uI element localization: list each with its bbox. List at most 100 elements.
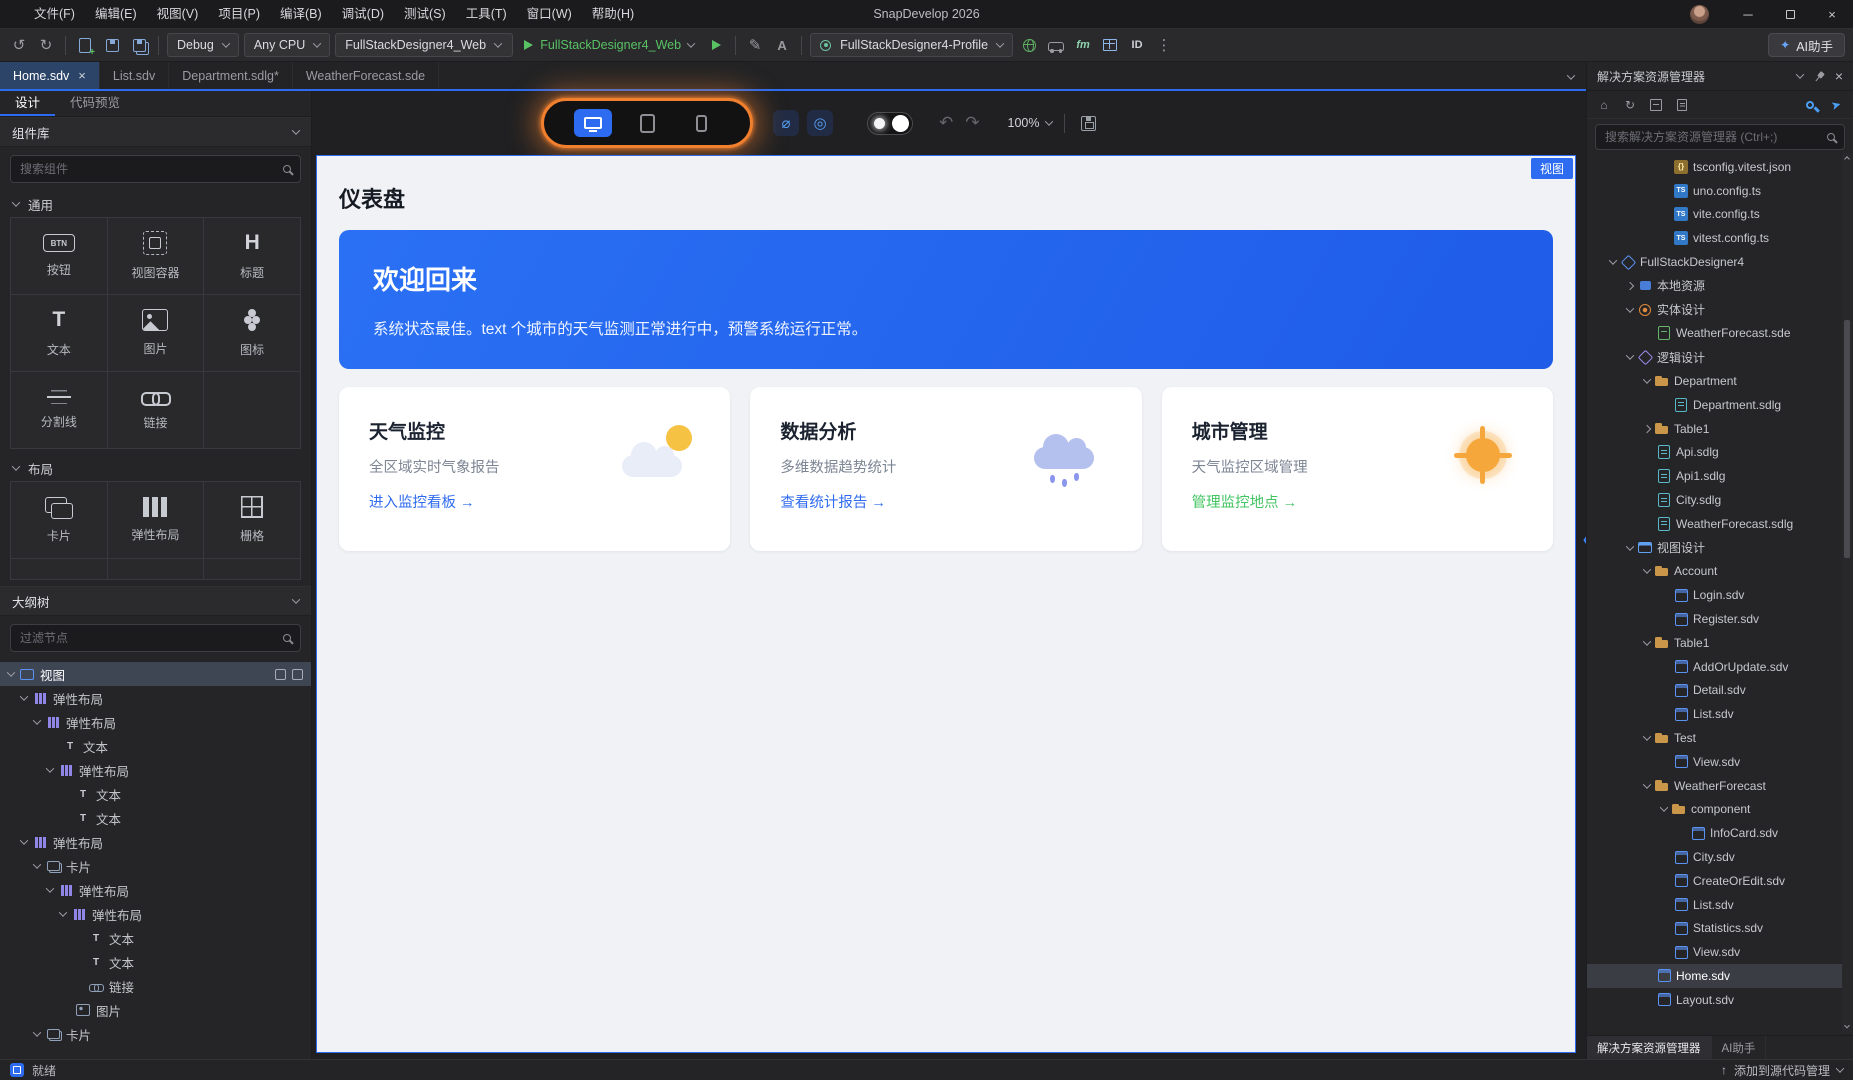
outline-tree-item[interactable]: 卡片 (0, 854, 311, 878)
outline-tree-header[interactable]: 大纲树 (0, 586, 311, 616)
chevron-down-icon[interactable] (1626, 542, 1634, 550)
undo-icon[interactable]: ↶ (939, 113, 953, 133)
theme-toggle[interactable] (867, 112, 913, 135)
component-library-header[interactable]: 组件库 (0, 117, 311, 147)
tablet-view-button[interactable] (628, 109, 666, 137)
solution-tree-item[interactable]: WeatherForecast (1587, 774, 1842, 798)
component-item[interactable] (204, 559, 300, 580)
save-icon[interactable] (101, 34, 123, 56)
scroll-down-icon[interactable] (1842, 1021, 1852, 1033)
menu-item[interactable]: 帮助(H) (582, 1, 644, 28)
solution-tree-item[interactable]: FullStackDesigner4 (1587, 250, 1842, 274)
chevron-down-icon[interactable] (59, 908, 67, 916)
dashboard-card[interactable]: 数据分析多维数据趋势统计查看统计报告 → (750, 387, 1141, 551)
chevron-down-icon[interactable] (1643, 566, 1651, 574)
component-item[interactable] (11, 559, 107, 580)
chevron-down-icon[interactable] (7, 668, 15, 676)
ready-icon[interactable] (10, 1063, 24, 1077)
chevron-down-icon[interactable] (33, 716, 41, 724)
chevron-down-icon[interactable] (46, 764, 54, 772)
solution-tree-item[interactable]: 实体设计 (1587, 298, 1842, 322)
chevron-down-icon[interactable] (1626, 352, 1634, 360)
outline-filter-box[interactable] (10, 624, 301, 652)
component-item[interactable]: 弹性布局 (108, 482, 204, 558)
dashboard-card[interactable]: 天气监控全区域实时气象报告进入监控看板 → (339, 387, 730, 551)
editor-tab[interactable]: List.sdv (100, 62, 169, 89)
navigate-back-icon[interactable]: ↺ (8, 34, 30, 56)
navigate-forward-icon[interactable]: ↻ (35, 34, 57, 56)
panel-bottom-tab[interactable]: AI助手 (1712, 1036, 1767, 1059)
solution-tree-item[interactable]: Register.sdv (1587, 607, 1842, 631)
grid-toggle-button[interactable]: ⌀ (773, 110, 799, 136)
chevron-down-icon[interactable] (1643, 375, 1651, 383)
chevron-down-icon[interactable] (1643, 637, 1651, 645)
save-page-icon[interactable] (1077, 112, 1099, 134)
panel-tab[interactable]: 代码预览 (55, 91, 135, 116)
outline-tree-item[interactable]: 文本 (0, 950, 311, 974)
chevron-down-icon[interactable] (1643, 780, 1651, 788)
menu-item[interactable]: 项目(P) (208, 1, 270, 28)
scrollbar-thumb[interactable] (1844, 320, 1850, 558)
solution-tree-item[interactable]: View.sdv (1587, 940, 1842, 964)
source-control-button[interactable]: ↑ 添加到源代码管理 (1721, 1062, 1843, 1079)
solution-tree-item[interactable]: Layout.sdv (1587, 988, 1842, 1012)
dashboard-card[interactable]: 城市管理天气监控区域管理管理监控地点 → (1162, 387, 1553, 551)
outline-tree-item[interactable]: 弹性布局 (0, 710, 311, 734)
component-item[interactable]: 图标 (204, 295, 300, 371)
editor-tab[interactable]: WeatherForecast.sde (293, 62, 439, 89)
component-item[interactable]: 栅格 (204, 482, 300, 558)
outline-tree-item[interactable]: 弹性布局 (0, 902, 311, 926)
component-group-header[interactable]: 布局 (0, 455, 311, 481)
solution-tree-item[interactable]: 本地资源 (1587, 274, 1842, 298)
user-avatar[interactable] (1690, 5, 1709, 24)
editor-tab[interactable]: Department.sdlg* (169, 62, 293, 89)
scroll-up-icon[interactable] (1842, 153, 1852, 165)
solution-tree-item[interactable]: Department.sdlg (1587, 393, 1842, 417)
solution-tree-item[interactable]: City.sdv (1587, 845, 1842, 869)
chevron-down-icon[interactable] (1626, 304, 1634, 312)
run-button[interactable]: FullStackDesigner4_Web (518, 38, 700, 52)
solution-tree-item[interactable]: Login.sdv (1587, 583, 1842, 607)
chevron-down-icon[interactable] (46, 884, 54, 892)
browser-link-icon[interactable] (1018, 34, 1040, 56)
outline-tree-item[interactable]: 视图 (0, 662, 311, 686)
font-tool-icon[interactable]: A (771, 34, 793, 56)
explorer-search-box[interactable] (1595, 124, 1845, 150)
panel-tab[interactable]: 设计 (0, 91, 55, 116)
outline-tree-item[interactable]: 文本 (0, 806, 311, 830)
component-group-header[interactable]: 通用 (0, 191, 311, 217)
chevron-down-icon[interactable] (20, 836, 28, 844)
component-item[interactable]: 链接 (108, 372, 204, 448)
chevron-down-icon[interactable] (1660, 804, 1668, 812)
zoom-dropdown[interactable]: 100% (1008, 116, 1053, 130)
component-item[interactable]: 标题 (204, 218, 300, 294)
page-preview[interactable]: 视图 仪表盘 欢迎回来 系统状态最佳。text 个城市的天气监测正常进行中，预警… (316, 155, 1576, 1053)
solution-tree-item[interactable]: 视图设计 (1587, 536, 1842, 560)
table-tool-icon[interactable] (1099, 34, 1121, 56)
solution-tree-item[interactable]: View.sdv (1587, 750, 1842, 774)
outline-tree-item[interactable]: 文本 (0, 782, 311, 806)
solution-tree-item[interactable]: WeatherForecast.sdlg (1587, 512, 1842, 536)
outline-toggle-button[interactable]: ◎ (807, 110, 833, 136)
chevron-right-icon[interactable] (1643, 424, 1651, 432)
platform-dropdown[interactable]: Any CPU (244, 33, 330, 57)
sync-icon[interactable]: ↻ (1621, 96, 1639, 114)
menu-item[interactable]: 视图(V) (147, 1, 209, 28)
outline-tree-item[interactable]: 文本 (0, 926, 311, 950)
outline-tree-item[interactable]: 弹性布局 (0, 758, 311, 782)
solution-tree-item[interactable]: InfoCard.sdv (1587, 821, 1842, 845)
editor-tab[interactable]: Home.sdv× (0, 62, 100, 89)
solution-tree-item[interactable]: City.sdlg (1587, 488, 1842, 512)
settings-icon[interactable] (1801, 96, 1819, 114)
profile-dropdown[interactable]: FullStackDesigner4-Profile (810, 33, 1013, 57)
outline-tree-item[interactable]: 文本 (0, 734, 311, 758)
hot-reload-icon[interactable]: ✎ (744, 34, 766, 56)
component-item[interactable]: 按钮 (11, 218, 107, 294)
component-item[interactable]: 视图容器 (108, 218, 204, 294)
configuration-dropdown[interactable]: Debug (167, 33, 239, 57)
component-item[interactable]: 卡片 (11, 482, 107, 558)
solution-tree-item[interactable]: Table1 (1587, 417, 1842, 441)
format-tool-icon[interactable]: fm (1072, 34, 1094, 56)
phone-view-button[interactable] (682, 109, 720, 137)
close-button[interactable]: × (1811, 1, 1853, 28)
